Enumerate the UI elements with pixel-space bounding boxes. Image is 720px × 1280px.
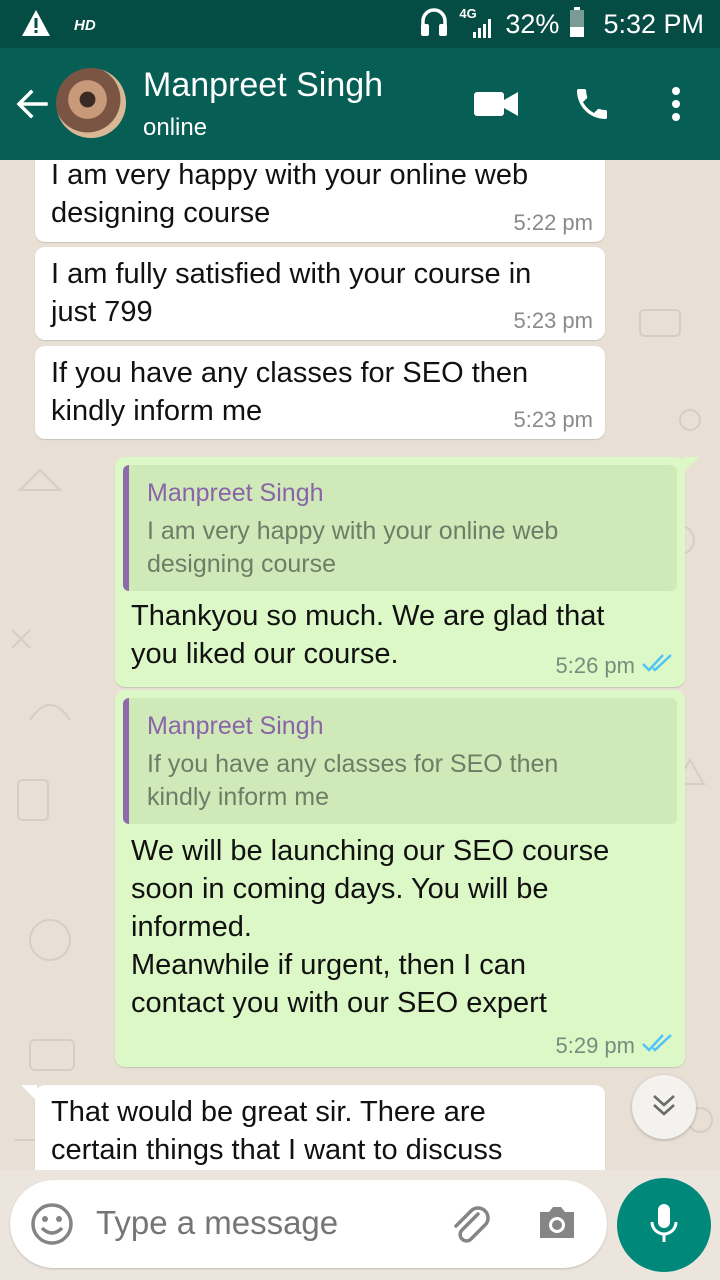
- more-vert-icon[interactable]: [666, 86, 686, 127]
- quoted-message[interactable]: Manpreet Singh I am very happy with your…: [123, 465, 677, 591]
- message-incoming[interactable]: I am very happy with your online web des…: [35, 160, 605, 242]
- mic-icon: [649, 1202, 679, 1249]
- message-text: We will be launching our SEO course soon…: [131, 835, 610, 1019]
- quoted-sender: Manpreet Singh: [147, 479, 324, 507]
- message-incoming[interactable]: If you have any classes for SEO then kin…: [35, 346, 605, 439]
- message-time: 5:29 pm: [555, 1033, 636, 1058]
- contact-name[interactable]: Manpreet Singh: [143, 66, 383, 105]
- message-time: 5:23 pm: [513, 407, 594, 432]
- phone-icon[interactable]: [572, 84, 612, 129]
- message-list[interactable]: I am very happy with your online web des…: [0, 160, 720, 1170]
- message-text: That would be great sir. There are certa…: [51, 1096, 503, 1166]
- message-input-container[interactable]: [10, 1180, 607, 1268]
- video-call-icon[interactable]: [474, 90, 518, 123]
- signal-icon: 4G: [459, 6, 495, 40]
- message-time: 5:23 pm: [513, 308, 594, 333]
- quoted-text: I am very happy with your online web des…: [147, 517, 559, 578]
- mic-button[interactable]: [617, 1178, 711, 1272]
- camera-icon[interactable]: [536, 1204, 578, 1247]
- clock: 5:32 PM: [603, 9, 704, 39]
- chevron-double-down-icon: [651, 1093, 677, 1122]
- chat-header: Manpreet Singh online: [0, 48, 720, 160]
- message-input[interactable]: [96, 1204, 436, 1242]
- message-outgoing[interactable]: Manpreet Singh If you have any classes f…: [115, 690, 685, 1067]
- message-incoming[interactable]: I am fully satisfied with your course in…: [35, 247, 605, 340]
- battery-percent: 32%: [505, 9, 560, 39]
- battery-icon: [569, 7, 585, 42]
- message-time: 5:26 pm: [555, 653, 636, 678]
- quoted-text: If you have any classes for SEO then kin…: [147, 750, 559, 811]
- quoted-sender: Manpreet Singh: [147, 712, 324, 740]
- warning-icon: [20, 8, 52, 43]
- scroll-to-bottom-button[interactable]: [632, 1075, 696, 1139]
- message-composer: [0, 1170, 720, 1280]
- message-time: 5:22 pm: [513, 210, 594, 235]
- message-incoming[interactable]: That would be great sir. There are certa…: [21, 1085, 605, 1170]
- hd-label: HD: [74, 17, 96, 34]
- double-check-icon: [641, 653, 673, 679]
- message-text: I am very happy with your online web des…: [51, 160, 529, 229]
- emoji-icon[interactable]: [30, 1202, 74, 1251]
- contact-status: online: [143, 114, 208, 141]
- message-outgoing[interactable]: Manpreet Singh I am very happy with your…: [115, 457, 699, 687]
- message-text: I am fully satisfied with your course in…: [51, 258, 532, 328]
- status-bar: HD 4G 32% 5:32 PM: [0, 0, 720, 48]
- paperclip-icon[interactable]: [448, 1202, 494, 1253]
- quoted-message[interactable]: Manpreet Singh If you have any classes f…: [123, 698, 677, 824]
- arrow-back-icon[interactable]: [14, 86, 50, 122]
- avatar[interactable]: [56, 68, 126, 138]
- double-check-icon: [641, 1033, 673, 1059]
- message-text: If you have any classes for SEO then kin…: [51, 357, 529, 427]
- headset-icon: [419, 6, 449, 43]
